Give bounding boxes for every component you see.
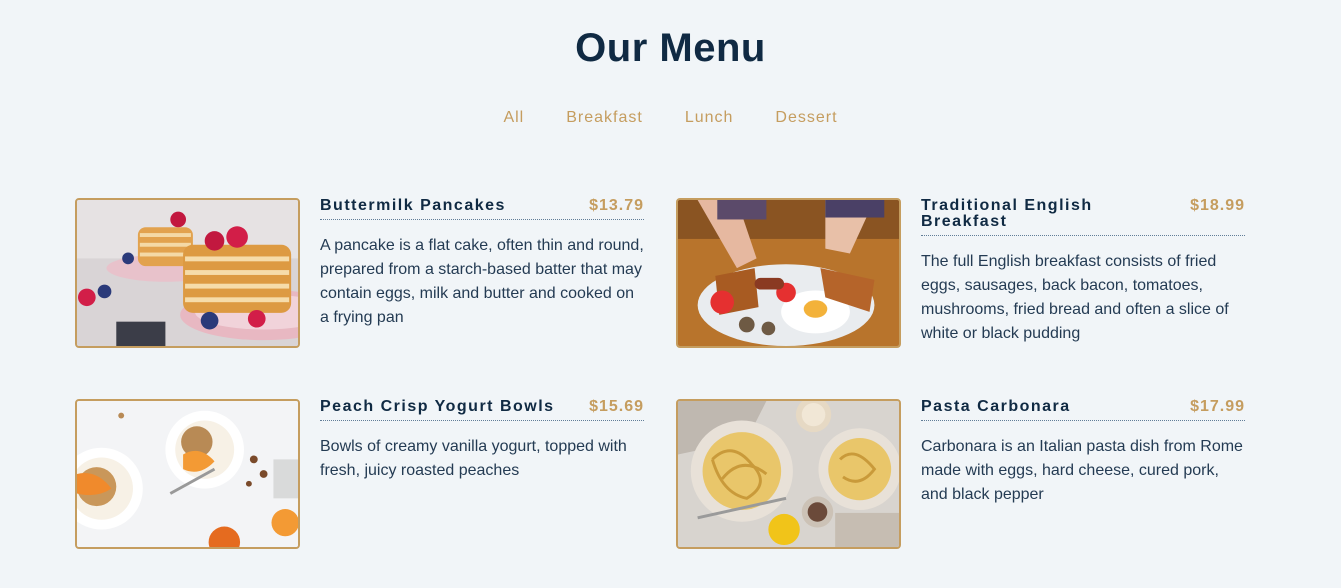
menu-item-info: Buttermilk Pancakes $13.79 A pancake is … <box>320 198 644 330</box>
pancakes-photo <box>75 198 300 348</box>
menu-item-name: Buttermilk Pancakes <box>320 197 506 214</box>
menu-item-info: Pasta Carbonara $17.99 Carbonara is an I… <box>921 399 1245 507</box>
english-breakfast-photo <box>676 198 901 348</box>
yogurt-bowls-photo <box>75 399 300 549</box>
category-filter-bar: All Breakfast Lunch Dessert <box>0 107 1341 129</box>
menu-item-name: Traditional English Breakfast <box>921 197 1093 230</box>
menu-item-header: Pasta Carbonara $17.99 <box>921 399 1245 421</box>
menu-item-card: Traditional English Breakfast $18.99 The… <box>676 198 1246 348</box>
menu-item-card: Peach Crisp Yogurt Bowls $15.69 Bowls of… <box>75 399 645 549</box>
menu-item-price: $17.99 <box>1190 398 1245 415</box>
filter-lunch-button[interactable]: Lunch <box>664 107 755 129</box>
menu-item-name: Peach Crisp Yogurt Bowls <box>320 398 555 415</box>
menu-item-price: $13.79 <box>589 197 644 214</box>
menu-item-info: Peach Crisp Yogurt Bowls $15.69 Bowls of… <box>320 399 644 483</box>
menu-item-header: Peach Crisp Yogurt Bowls $15.69 <box>320 399 644 421</box>
menu-item-price: $18.99 <box>1190 197 1245 214</box>
menu-item-description: The full English breakfast consists of f… <box>921 253 1229 342</box>
menu-item-price: $15.69 <box>589 398 644 415</box>
menu-item-card: Buttermilk Pancakes $13.79 A pancake is … <box>75 198 645 348</box>
menu-item-description: Carbonara is an Italian pasta dish from … <box>921 438 1243 503</box>
pasta-carbonara-photo <box>676 399 901 549</box>
menu-item-header: Traditional English Breakfast $18.99 <box>921 198 1245 236</box>
filter-breakfast-button[interactable]: Breakfast <box>545 107 664 129</box>
filter-dessert-button[interactable]: Dessert <box>754 107 858 129</box>
menu-item-name: Pasta Carbonara <box>921 398 1071 415</box>
menu-item-description: Bowls of creamy vanilla yogurt, topped w… <box>320 438 627 479</box>
menu-item-description: A pancake is a flat cake, often thin and… <box>320 237 644 326</box>
menu-item-card: Pasta Carbonara $17.99 Carbonara is an I… <box>676 399 1246 549</box>
menu-page: Our Menu All Breakfast Lunch Dessert But… <box>0 0 1341 588</box>
menu-item-info: Traditional English Breakfast $18.99 The… <box>921 198 1245 346</box>
filter-all-button[interactable]: All <box>482 107 545 129</box>
page-title: Our Menu <box>575 26 766 70</box>
menu-item-header: Buttermilk Pancakes $13.79 <box>320 198 644 220</box>
